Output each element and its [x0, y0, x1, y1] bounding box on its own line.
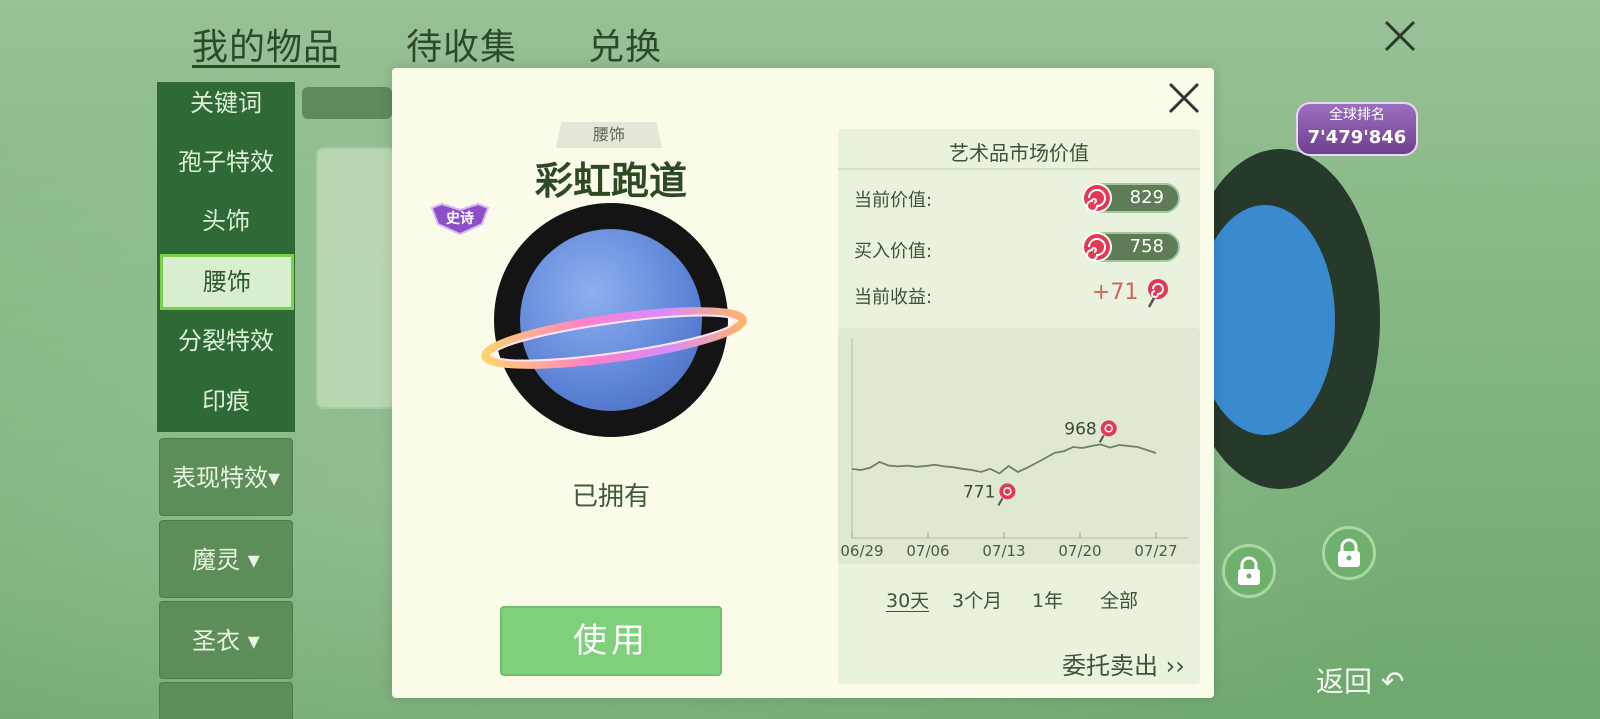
- current-value: 829: [1129, 187, 1164, 208]
- rank-title: 全球排名: [1329, 107, 1385, 123]
- epic-rarity-badge: 史诗: [428, 200, 492, 236]
- sidebar-dropdown-more[interactable]: [159, 682, 293, 719]
- rank-value: 7'479'846: [1307, 127, 1407, 148]
- min-value-label: 771: [963, 482, 995, 502]
- back-label: 返回: [1316, 665, 1373, 698]
- market-title: 艺术品市场价值: [949, 141, 1089, 165]
- search-bar[interactable]: [302, 87, 392, 119]
- lollipop-icon: [997, 483, 1016, 506]
- sidebar-dropdown-effects[interactable]: 表现特效▾: [159, 438, 293, 516]
- x-tick-label: 07/13: [982, 542, 1025, 560]
- rainbow-ring-icon: [481, 307, 747, 369]
- rarity-label: 史诗: [446, 210, 474, 227]
- tab-my-items[interactable]: 我的物品: [192, 18, 340, 70]
- gain-label: 当前收益:: [854, 287, 933, 308]
- x-tick-label: 07/20: [1058, 542, 1101, 560]
- sidebar-item-headwear[interactable]: 头饰: [157, 193, 295, 249]
- lock-icon[interactable]: [1322, 526, 1376, 580]
- series-line: [851, 443, 1157, 475]
- item-card[interactable]: [316, 147, 396, 409]
- sidebar-dropdown-spirit[interactable]: 魔灵 ▾: [159, 520, 293, 598]
- return-arrow-icon: ↶: [1380, 665, 1405, 698]
- sidebar-item-spore-effect[interactable]: 孢子特效: [157, 134, 295, 190]
- character-preview-core: [1195, 205, 1335, 435]
- close-icon[interactable]: [1380, 16, 1420, 56]
- sidebar-item-imprint[interactable]: 印痕: [157, 373, 295, 429]
- category-tag: 腰饰: [556, 122, 662, 148]
- range-3-months[interactable]: 3个月: [952, 586, 1002, 613]
- lollipop-icon: [1082, 232, 1112, 262]
- lollipop-icon: [1082, 183, 1112, 213]
- range-1-year[interactable]: 1年: [1032, 586, 1063, 613]
- back-button[interactable]: 返回 ↶: [1316, 660, 1404, 700]
- gain-amount: +71: [1092, 280, 1139, 305]
- lock-icon[interactable]: [1222, 544, 1276, 598]
- max-value-label: 968: [1064, 419, 1096, 439]
- price-chart: 06/29 07/06 07/13 07/20 07/27 968 771: [840, 338, 1188, 560]
- buy-value: 758: [1129, 236, 1164, 257]
- gain-value: +71: [1092, 278, 1171, 308]
- tab-exchange[interactable]: 兑换: [588, 18, 662, 70]
- sidebar-item-keywords[interactable]: 关键词: [157, 75, 295, 131]
- divider: [838, 168, 1200, 170]
- x-tick-label: 07/06: [906, 542, 949, 560]
- tab-to-collect[interactable]: 待收集: [406, 18, 517, 70]
- use-button[interactable]: 使用: [500, 606, 722, 676]
- buy-value-label: 买入价值:: [854, 241, 933, 262]
- buy-value-pill: 758: [1082, 232, 1180, 262]
- range-all[interactable]: 全部: [1100, 586, 1138, 613]
- sidebar-item-waist[interactable]: 腰饰: [160, 254, 294, 310]
- lollipop-icon: [1098, 420, 1117, 443]
- owned-status: 已拥有: [571, 482, 650, 512]
- lollipop-icon: [1148, 279, 1169, 308]
- x-tick-label: 06/29: [840, 542, 883, 560]
- close-icon[interactable]: [1164, 78, 1204, 118]
- consign-sell-button[interactable]: 委托卖出 ››: [1062, 646, 1185, 681]
- global-rank-badge[interactable]: 全球排名 7'479'846: [1296, 102, 1418, 156]
- sidebar-dropdown-armor[interactable]: 圣衣 ▾: [159, 601, 293, 679]
- current-value-pill: 829: [1082, 183, 1180, 213]
- x-tick-label: 07/27: [1134, 542, 1177, 560]
- current-value-label: 当前价值:: [854, 190, 933, 211]
- sidebar-item-split-effect[interactable]: 分裂特效: [157, 313, 295, 369]
- item-title: 彩虹跑道: [534, 159, 687, 203]
- range-30-days[interactable]: 30天: [886, 586, 929, 613]
